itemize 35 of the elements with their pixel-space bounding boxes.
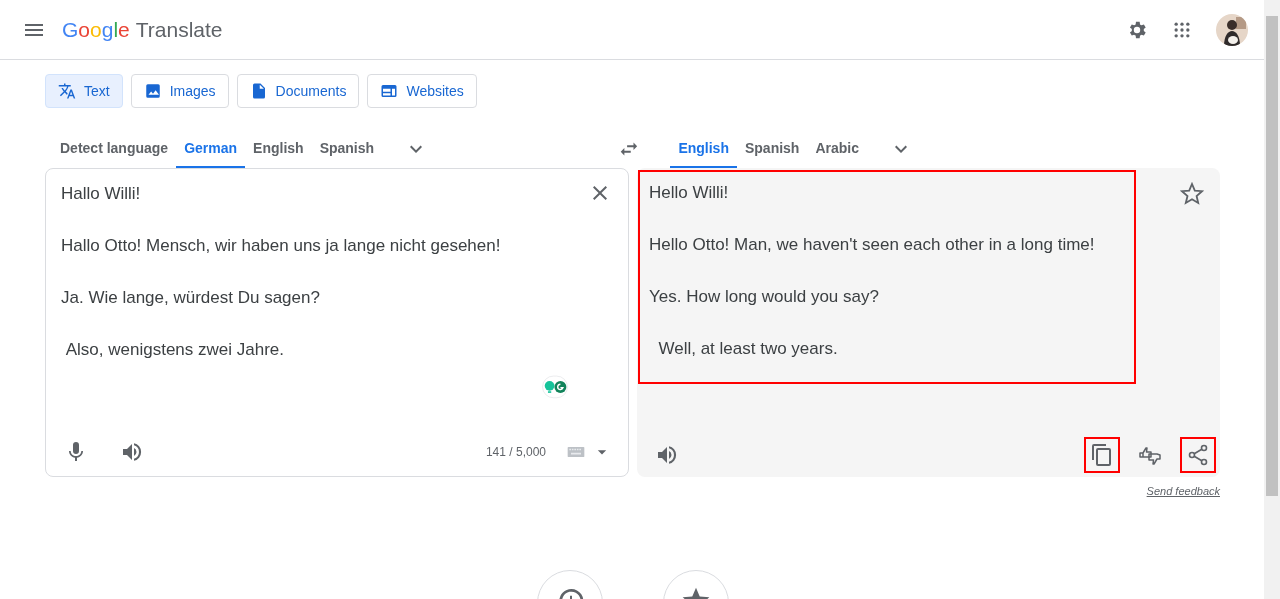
- webpage-icon: [380, 82, 399, 100]
- speaker-icon: [120, 440, 144, 464]
- share-button[interactable]: [1182, 439, 1214, 471]
- copy-button[interactable]: [1086, 439, 1118, 471]
- mode-tab[interactable]: Websites: [367, 74, 477, 108]
- share-icon: [1186, 443, 1210, 467]
- language-tab[interactable]: German: [176, 130, 246, 168]
- source-text-field[interactable]: Hallo Willi! Hallo Otto! Mensch, wir haben uns ja lange nicht gesehen! Ja. Wie lange, würdest Du sagen? Also, wenigstens zwei Jahre.: [61, 181, 588, 389]
- translate-icon: [58, 82, 76, 100]
- mode-tab[interactable]: Text: [45, 74, 123, 108]
- language-tab[interactable]: English: [245, 130, 312, 168]
- source-paragraph: Also, wenigstens zwei Jahre.: [64, 339, 285, 361]
- scrollbar[interactable]: [1264, 0, 1280, 599]
- translation-paragraph: Hello Willi!: [649, 182, 730, 204]
- scrollbar-thumb[interactable]: [1266, 16, 1278, 496]
- character-count: 141 / 5,000: [485, 444, 546, 461]
- translation-paragraph: Hello Otto! Man, we haven't seen each other in a long time!: [649, 234, 1096, 256]
- speaker-icon: [655, 443, 679, 467]
- star-icon[interactable]: [1180, 182, 1204, 206]
- source-paragraph: Hallo Willi!: [61, 183, 142, 205]
- language-tab[interactable]: Spanish: [736, 130, 808, 168]
- source-paragraph: Hallo Otto! Mensch, wir haben uns ja lange nicht gesehen!: [61, 235, 502, 257]
- copy-icon: [1090, 443, 1114, 467]
- language-tab[interactable]: Arabic: [807, 130, 867, 168]
- image-icon: [143, 82, 162, 100]
- mode-tab[interactable]: Images: [130, 74, 229, 108]
- feedback-link[interactable]: Send feedback: [1146, 483, 1220, 500]
- translation-paragraph: Yes. How long would you say?: [649, 286, 880, 308]
- language-tab[interactable]: Detect language: [52, 130, 177, 168]
- language-tab[interactable]: Spanish: [311, 130, 383, 168]
- app-logo[interactable]: Google Translate: [62, 13, 223, 46]
- avatar[interactable]: [1216, 13, 1248, 46]
- source-paragraph: Ja. Wie lange, würdest Du sagen?: [61, 287, 321, 309]
- mode-tab[interactable]: Documents: [236, 74, 360, 108]
- translation-paragraph: Well, at least two years.: [657, 338, 839, 360]
